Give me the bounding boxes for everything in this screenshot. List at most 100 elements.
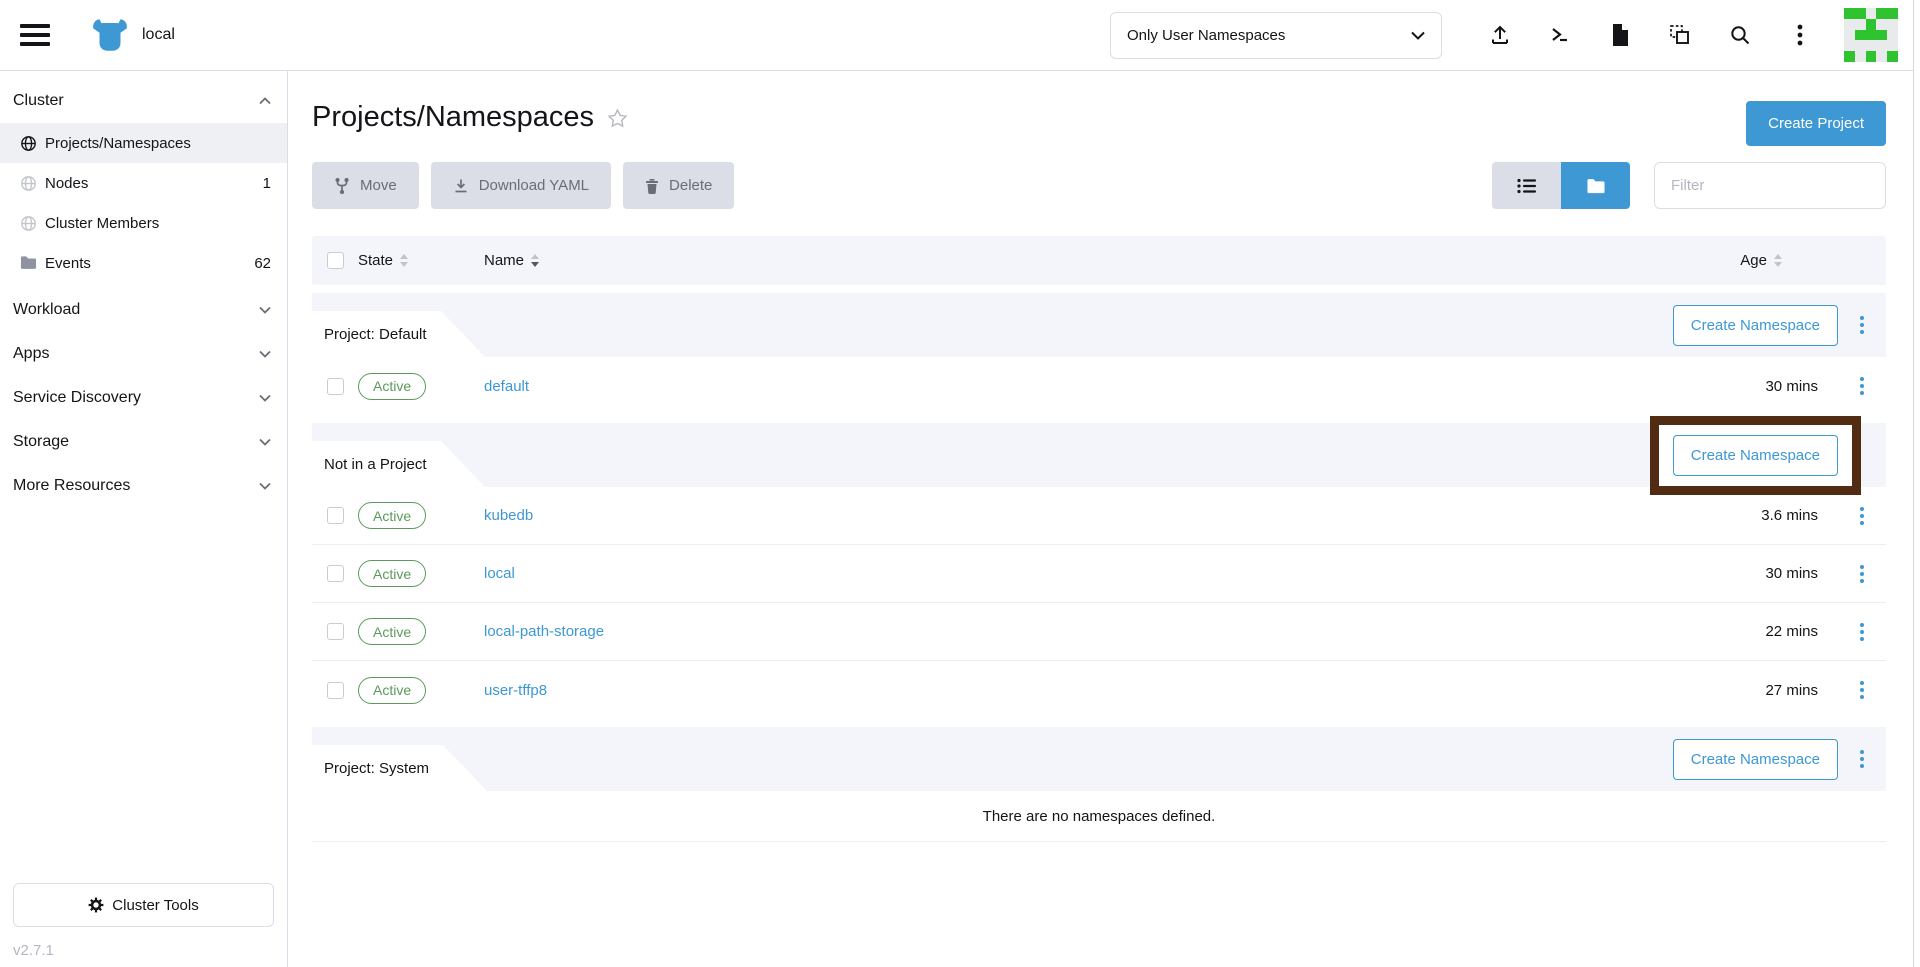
sidebar-item-count: 62 [254,255,271,272]
row-checkbox[interactable] [327,378,344,395]
row-checkbox[interactable] [327,565,344,582]
namespaces-table: State Name Age Project: Default Create N… [312,236,1886,842]
project-group-title: Not in a Project [324,456,427,473]
create-namespace-button[interactable]: Create Namespace [1673,305,1838,346]
move-icon [334,178,350,194]
create-namespace-button[interactable]: Create Namespace [1673,739,1838,780]
group-kebab-menu-icon[interactable] [1838,750,1886,768]
namespace-name-link[interactable]: local [484,565,515,582]
column-header-age[interactable]: Age [1638,252,1838,269]
column-header-name[interactable]: Name [484,252,1638,269]
upload-icon[interactable] [1487,22,1513,48]
sidebar-item-nodes[interactable]: Nodes 1 [0,163,287,203]
search-icon[interactable] [1727,22,1753,48]
column-header-state[interactable]: State [358,252,484,269]
rancher-logo-icon[interactable] [92,18,128,52]
group-kebab-menu-icon[interactable] [1838,316,1886,334]
create-namespace-button[interactable]: Create Namespace [1673,435,1838,476]
sidebar-item-label: Events [45,255,91,272]
sidebar-section-label: Storage [13,433,69,451]
page-scrollbar[interactable] [1913,0,1920,967]
row-kebab-menu-icon[interactable] [1838,565,1886,583]
chevron-up-icon [259,97,271,105]
project-group-header: Project: Default Create Namespace [312,293,1886,357]
namespace-row: Active default 30 mins [312,357,1886,415]
namespace-row: Active user-tffp8 27 mins [312,661,1886,719]
namespace-name-link[interactable]: local-path-storage [484,623,604,640]
rancher-app: local Only User Namespaces [0,0,1920,967]
main-content: Projects/Namespaces Create Project Move [288,71,1912,967]
list-view-button[interactable] [1492,162,1561,209]
topbar-right: Only User Namespaces [1110,8,1898,62]
move-label: Move [360,177,397,194]
sidebar-section-workload[interactable]: Workload [0,288,287,332]
namespace-name-link[interactable]: default [484,378,529,395]
user-avatar[interactable] [1844,8,1898,62]
delete-button[interactable]: Delete [623,162,734,209]
sidebar-section-apps[interactable]: Apps [0,332,287,376]
kubectl-shell-icon[interactable] [1547,22,1573,48]
project-group-title: Project: System [324,760,429,777]
chevron-down-icon [1411,31,1425,40]
sidebar-item-count: 1 [263,175,271,192]
sort-icon [531,254,539,267]
column-label: Name [484,252,524,269]
sidebar-item-label: Nodes [45,175,88,192]
row-checkbox[interactable] [327,682,344,699]
version-label: v2.7.1 [13,942,54,959]
favorite-star-icon[interactable] [606,107,629,130]
sidebar-item-projects-namespaces[interactable]: Projects/Namespaces [0,123,287,163]
kebab-menu-icon[interactable] [1787,22,1813,48]
namespace-name-link[interactable]: user-tffp8 [484,682,547,699]
state-badge: Active [358,502,426,529]
create-project-button[interactable]: Create Project [1746,101,1886,146]
bulk-action-row: Move Download YAML Delet [312,162,1886,209]
hamburger-menu-icon[interactable] [20,24,50,46]
download-yaml-label: Download YAML [479,177,589,194]
column-label: State [358,252,393,269]
cluster-tools-label: Cluster Tools [112,897,198,914]
row-kebab-menu-icon[interactable] [1838,623,1886,641]
docs-icon[interactable] [1607,22,1633,48]
sidebar-item-events[interactable]: Events 62 [0,243,287,283]
cluster-tools-button[interactable]: Cluster Tools [13,883,274,927]
gear-icon [88,897,104,913]
row-checkbox[interactable] [327,507,344,524]
group-rows: There are no namespaces defined. [312,791,1886,841]
namespace-row: Active local 30 mins [312,545,1886,603]
globe-icon [20,135,37,152]
namespace-name-link[interactable]: kubedb [484,507,533,524]
copy-icon[interactable] [1667,22,1693,48]
row-kebab-menu-icon[interactable] [1838,377,1886,395]
table-groups: Project: Default Create Namespace Active… [312,293,1886,842]
sort-icon [400,254,408,267]
download-icon [453,178,469,194]
state-badge: Active [358,618,426,645]
group-rows: Active kubedb 3.6 mins Active local 30 m… [312,487,1886,719]
namespace-row: Active kubedb 3.6 mins [312,487,1886,545]
sidebar-section-label: More Resources [13,477,130,495]
download-yaml-button[interactable]: Download YAML [431,162,611,209]
sidebar-section-storage[interactable]: Storage [0,420,287,464]
trash-icon [645,178,659,194]
namespace-filter-dropdown[interactable]: Only User Namespaces [1110,12,1442,59]
sidebar-section-label: Apps [13,345,49,363]
sidebar-section-service-discovery[interactable]: Service Discovery [0,376,287,420]
top-header: local Only User Namespaces [0,0,1920,71]
empty-group-message: There are no namespaces defined. [312,791,1886,841]
chevron-down-icon [259,350,271,358]
namespace-age: 22 mins [1638,623,1838,640]
namespace-age: 27 mins [1638,682,1838,699]
delete-label: Delete [669,177,712,194]
namespace-age: 3.6 mins [1638,507,1838,524]
sidebar-item-cluster-members[interactable]: Cluster Members [0,203,287,243]
row-checkbox[interactable] [327,623,344,640]
select-all-checkbox[interactable] [327,252,344,269]
row-kebab-menu-icon[interactable] [1838,681,1886,699]
sidebar-section-cluster[interactable]: Cluster [0,79,287,123]
sidebar-section-more-resources[interactable]: More Resources [0,464,287,508]
move-button[interactable]: Move [312,162,419,209]
group-by-project-view-button[interactable] [1561,162,1630,209]
row-kebab-menu-icon[interactable] [1838,507,1886,525]
filter-input[interactable] [1654,162,1886,209]
